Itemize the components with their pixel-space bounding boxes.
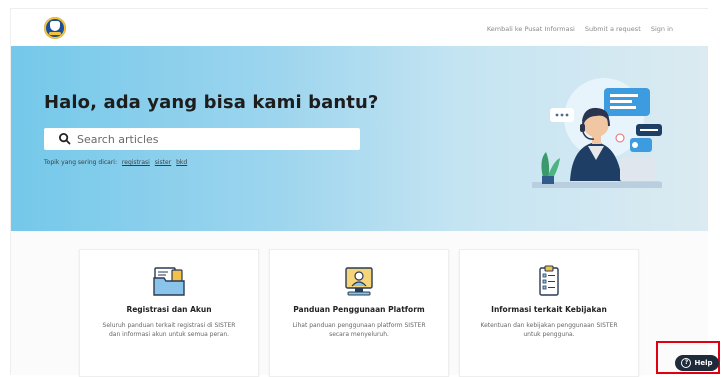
card-title: Registrasi dan Akun <box>126 305 212 314</box>
card-description: Ketentuan dan kebijakan penggunaan SISTE… <box>480 322 618 338</box>
hero-title: Halo, ada yang bisa kami bantu? <box>44 92 379 113</box>
popular-topics-label: Topik yang sering dicari: <box>44 159 117 166</box>
hero-banner: Halo, ada yang bisa kami bantu? Topik ya… <box>11 46 711 231</box>
top-nav-links: Kembali ke Pusat Informasi Submit a requ… <box>479 25 673 33</box>
question-circle-icon: ? <box>681 358 692 368</box>
category-card-kebijakan[interactable]: Informasi terkait Kebijakan Ketentuan da… <box>459 249 639 377</box>
kemendikbud-logo[interactable] <box>44 17 66 39</box>
search-box[interactable] <box>44 128 360 150</box>
nav-link-submit-request[interactable]: Submit a request <box>585 25 641 33</box>
customer-support-illustration <box>532 78 662 188</box>
browser-frame: Kembali ke Pusat Informasi Submit a requ… <box>10 8 711 377</box>
card-title: Informasi terkait Kebijakan <box>491 305 607 314</box>
topic-link-sister[interactable]: sister <box>155 159 171 166</box>
clipboard-checklist-icon <box>539 265 559 296</box>
nav-link-sign-in[interactable]: Sign in <box>651 25 673 33</box>
help-button[interactable]: ? Help <box>675 355 719 371</box>
folder-documents-icon <box>153 267 185 296</box>
card-description: Seluruh panduan terkait registrasi di SI… <box>102 322 236 338</box>
monitor-user-icon <box>345 267 373 296</box>
topic-link-registrasi[interactable]: registrasi <box>122 159 150 166</box>
top-navigation: Kembali ke Pusat Informasi Submit a requ… <box>11 9 711 46</box>
help-label: Help <box>694 359 713 367</box>
topic-link-bkd[interactable]: bkd <box>176 159 187 166</box>
category-card-registrasi[interactable]: Registrasi dan Akun Seluruh panduan terk… <box>79 249 259 377</box>
category-card-panduan[interactable]: Panduan Penggunaan Platform Lihat pandua… <box>269 249 449 377</box>
right-margin <box>708 8 723 377</box>
card-title: Panduan Penggunaan Platform <box>293 305 425 314</box>
search-input[interactable] <box>77 128 347 150</box>
popular-topics: Topik yang sering dicari: registrasi sis… <box>44 159 187 166</box>
search-icon <box>58 132 71 145</box>
help-center-page: Kembali ke Pusat Informasi Submit a requ… <box>0 0 723 377</box>
nav-link-info-center[interactable]: Kembali ke Pusat Informasi <box>487 25 575 33</box>
card-description: Lihat panduan penggunaan platform SISTER… <box>292 322 426 338</box>
